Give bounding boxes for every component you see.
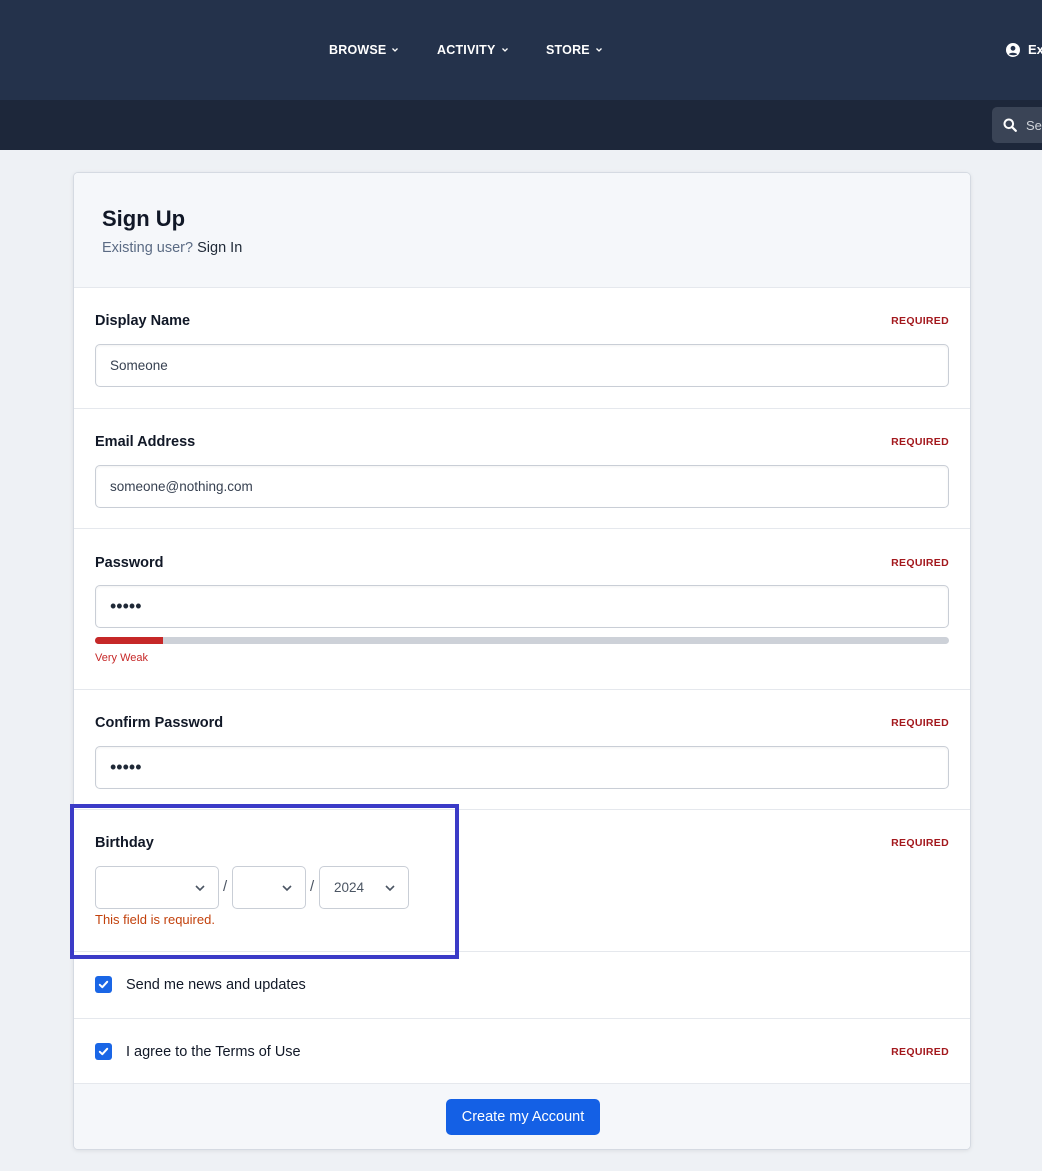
terms-checkbox[interactable]	[95, 1043, 112, 1060]
chevron-down-icon	[501, 48, 508, 52]
chevron-down-icon	[195, 885, 205, 892]
nav-browse[interactable]: BROWSE	[329, 43, 399, 57]
news-section: Send me news and updates	[74, 951, 970, 1018]
sign-in-link[interactable]: Sign In	[197, 240, 242, 256]
confirm-password-label: Confirm Password	[95, 715, 224, 731]
signup-card: Sign Up Existing user? Sign In Display N…	[73, 172, 971, 1150]
terms-label-prefix: I agree to the	[126, 1043, 216, 1060]
birthday-label: Birthday	[95, 835, 154, 851]
checkmark-icon	[98, 980, 109, 989]
required-badge: REQUIRED	[891, 315, 949, 327]
page-title: Sign Up	[102, 206, 186, 231]
birthday-month-select[interactable]	[95, 866, 219, 909]
chevron-down-icon	[392, 48, 399, 52]
display-name-label: Display Name	[95, 313, 191, 329]
password-section: Password REQUIRED Very Weak	[74, 528, 970, 689]
birthday-day-select[interactable]	[232, 866, 306, 909]
terms-checkbox-row[interactable]: I agree to the Terms of Use	[95, 1043, 301, 1060]
birthday-year-value: 2024	[334, 880, 365, 895]
birthday-year-select[interactable]: 2024	[319, 866, 409, 909]
checkmark-icon	[98, 1047, 109, 1056]
nav-store[interactable]: STORE	[546, 43, 603, 57]
email-label: Email Address	[95, 434, 196, 450]
search-input[interactable]: Se	[992, 107, 1042, 143]
required-badge: REQUIRED	[891, 837, 949, 849]
password-input[interactable]	[95, 585, 949, 628]
chevron-down-icon	[595, 48, 602, 52]
password-strength-meter	[95, 637, 949, 644]
nav-activity[interactable]: ACTIVITY	[437, 43, 509, 57]
top-navigation-bar: BROWSE ACTIVITY STORE Ex	[0, 0, 1042, 100]
password-label: Password	[95, 555, 164, 571]
date-separator: /	[223, 878, 228, 895]
required-badge: REQUIRED	[891, 1046, 949, 1058]
email-input[interactable]	[95, 465, 949, 508]
confirm-password-input[interactable]	[95, 746, 949, 789]
required-badge: REQUIRED	[891, 557, 949, 569]
user-circle-icon	[1006, 42, 1020, 57]
password-strength-text: Very Weak	[95, 652, 148, 664]
news-checkbox[interactable]	[95, 976, 112, 993]
chevron-down-icon	[385, 885, 395, 892]
user-menu[interactable]: Ex	[1006, 42, 1042, 57]
required-badge: REQUIRED	[891, 436, 949, 448]
display-name-input[interactable]	[95, 344, 949, 387]
news-checkbox-label: Send me news and updates	[126, 976, 306, 993]
secondary-bar	[0, 100, 1042, 150]
existing-user-text: Existing user?	[102, 240, 194, 256]
terms-section: I agree to the Terms of Use REQUIRED	[74, 1018, 970, 1084]
birthday-section: Birthday REQUIRED / / 2024 This field is…	[74, 809, 970, 951]
confirm-password-section: Confirm Password REQUIRED	[74, 689, 970, 809]
create-account-button[interactable]: Create my Account	[446, 1099, 600, 1135]
birthday-error-message: This field is required.	[95, 912, 215, 927]
terms-of-use-link[interactable]: Terms of Use	[215, 1044, 300, 1060]
news-checkbox-row[interactable]: Send me news and updates	[95, 976, 306, 993]
card-footer: Create my Account	[74, 1083, 970, 1149]
terms-checkbox-label: I agree to the Terms of Use	[126, 1044, 301, 1060]
date-separator: /	[310, 878, 315, 895]
nav-store-label: STORE	[546, 43, 590, 57]
display-name-section: Display Name REQUIRED	[74, 287, 970, 408]
nav-activity-label: ACTIVITY	[437, 43, 496, 57]
search-placeholder: Se	[1026, 117, 1042, 133]
nav-browse-label: BROWSE	[329, 43, 387, 57]
chevron-down-icon	[282, 885, 292, 892]
search-icon	[1003, 118, 1017, 132]
password-strength-fill	[95, 637, 164, 644]
email-section: Email Address REQUIRED	[74, 408, 970, 528]
user-menu-label: Ex	[1028, 42, 1042, 57]
required-badge: REQUIRED	[891, 717, 949, 729]
existing-user-prompt: Existing user? Sign In	[102, 240, 242, 256]
card-header: Sign Up Existing user? Sign In	[74, 173, 970, 287]
